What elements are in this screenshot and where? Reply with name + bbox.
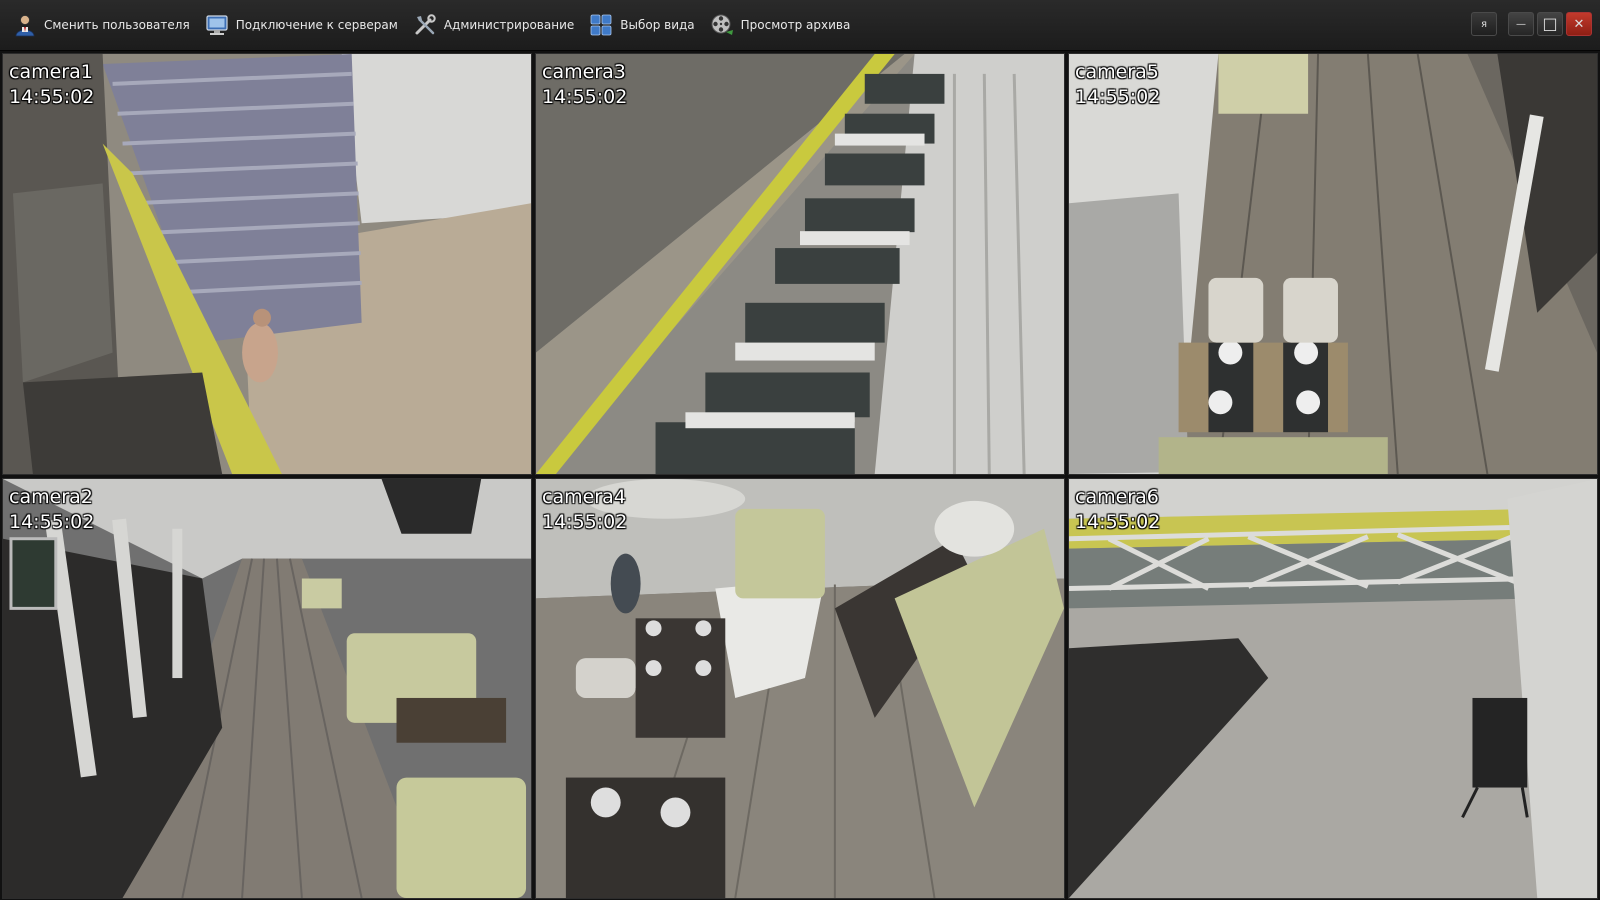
- archive-view-button[interactable]: Просмотр архива: [709, 7, 859, 43]
- film-reel-icon: [709, 12, 735, 38]
- maximize-icon: □: [1542, 14, 1558, 33]
- camera-tile-camera1[interactable]: camera1 14:55:02: [2, 53, 532, 475]
- switch-user-button[interactable]: Сменить пользователя: [12, 7, 198, 43]
- camera-grid: camera1 14:55:02 camera3 14:55:02 camera…: [2, 53, 1598, 899]
- camera-timestamp: 14:55:02: [9, 511, 95, 533]
- camera-name: camera6: [1075, 486, 1159, 508]
- view-select-button[interactable]: Выбор вида: [588, 7, 702, 43]
- camera1-video-frame: [3, 54, 531, 474]
- camera-overlay: camera4 14:55:02: [542, 485, 627, 535]
- minimize-button[interactable]: —: [1508, 12, 1534, 36]
- user-switch-icon: [12, 12, 38, 38]
- camera-name: camera3: [542, 61, 626, 83]
- layout-grid-icon: [588, 12, 614, 38]
- tools-icon: [412, 12, 438, 38]
- camera-name: camera5: [1075, 61, 1159, 83]
- maximize-button[interactable]: □: [1537, 12, 1563, 36]
- surveillance-app-window: Сменить пользователя Подключение к серве…: [0, 0, 1600, 900]
- main-toolbar: Сменить пользователя Подключение к серве…: [0, 0, 1600, 51]
- camera-name: camera1: [9, 61, 93, 83]
- camera-overlay: camera1 14:55:02: [9, 60, 94, 110]
- server-connect-icon: [204, 12, 230, 38]
- camera-name: camera2: [9, 486, 93, 508]
- close-icon: ✕: [1573, 16, 1585, 32]
- view-select-label: Выбор вида: [620, 18, 695, 32]
- camera-timestamp: 14:55:02: [1075, 86, 1161, 108]
- camera-name: camera4: [542, 486, 626, 508]
- camera3-video-frame: [536, 54, 1064, 474]
- camera-tile-camera6[interactable]: camera6 14:55:02: [1068, 478, 1598, 899]
- close-button[interactable]: ✕: [1566, 12, 1592, 36]
- camera2-video-frame: [3, 479, 531, 898]
- camera4-video-frame: [536, 479, 1064, 898]
- administration-label: Администрирование: [443, 18, 575, 32]
- camera-overlay: camera6 14:55:02: [1075, 485, 1160, 535]
- window-controls: я — □ ✕: [1471, 12, 1592, 36]
- switch-user-label: Сменить пользователя: [44, 18, 190, 32]
- minimize-icon: —: [1516, 18, 1526, 30]
- language-indicator[interactable]: я: [1471, 12, 1497, 36]
- camera-tile-camera5[interactable]: camera5 14:55:02: [1068, 53, 1598, 475]
- camera-tile-camera4[interactable]: camera4 14:55:02: [535, 478, 1065, 899]
- connect-servers-button[interactable]: Подключение к серверам: [204, 7, 406, 43]
- camera-timestamp: 14:55:02: [542, 86, 628, 108]
- archive-view-label: Просмотр архива: [740, 18, 851, 32]
- camera-overlay: camera2 14:55:02: [9, 485, 94, 535]
- camera-overlay: camera5 14:55:02: [1075, 60, 1160, 110]
- camera5-video-frame: [1069, 54, 1597, 474]
- camera-timestamp: 14:55:02: [9, 86, 95, 108]
- connect-servers-label: Подключение к серверам: [235, 18, 398, 32]
- camera-timestamp: 14:55:02: [542, 511, 628, 533]
- camera-tile-camera2[interactable]: camera2 14:55:02: [2, 478, 532, 899]
- camera-overlay: camera3 14:55:02: [542, 60, 627, 110]
- camera6-video-frame: [1069, 479, 1597, 898]
- administration-button[interactable]: Администрирование: [412, 7, 582, 43]
- camera-tile-camera3[interactable]: camera3 14:55:02: [535, 53, 1065, 475]
- camera-timestamp: 14:55:02: [1075, 511, 1161, 533]
